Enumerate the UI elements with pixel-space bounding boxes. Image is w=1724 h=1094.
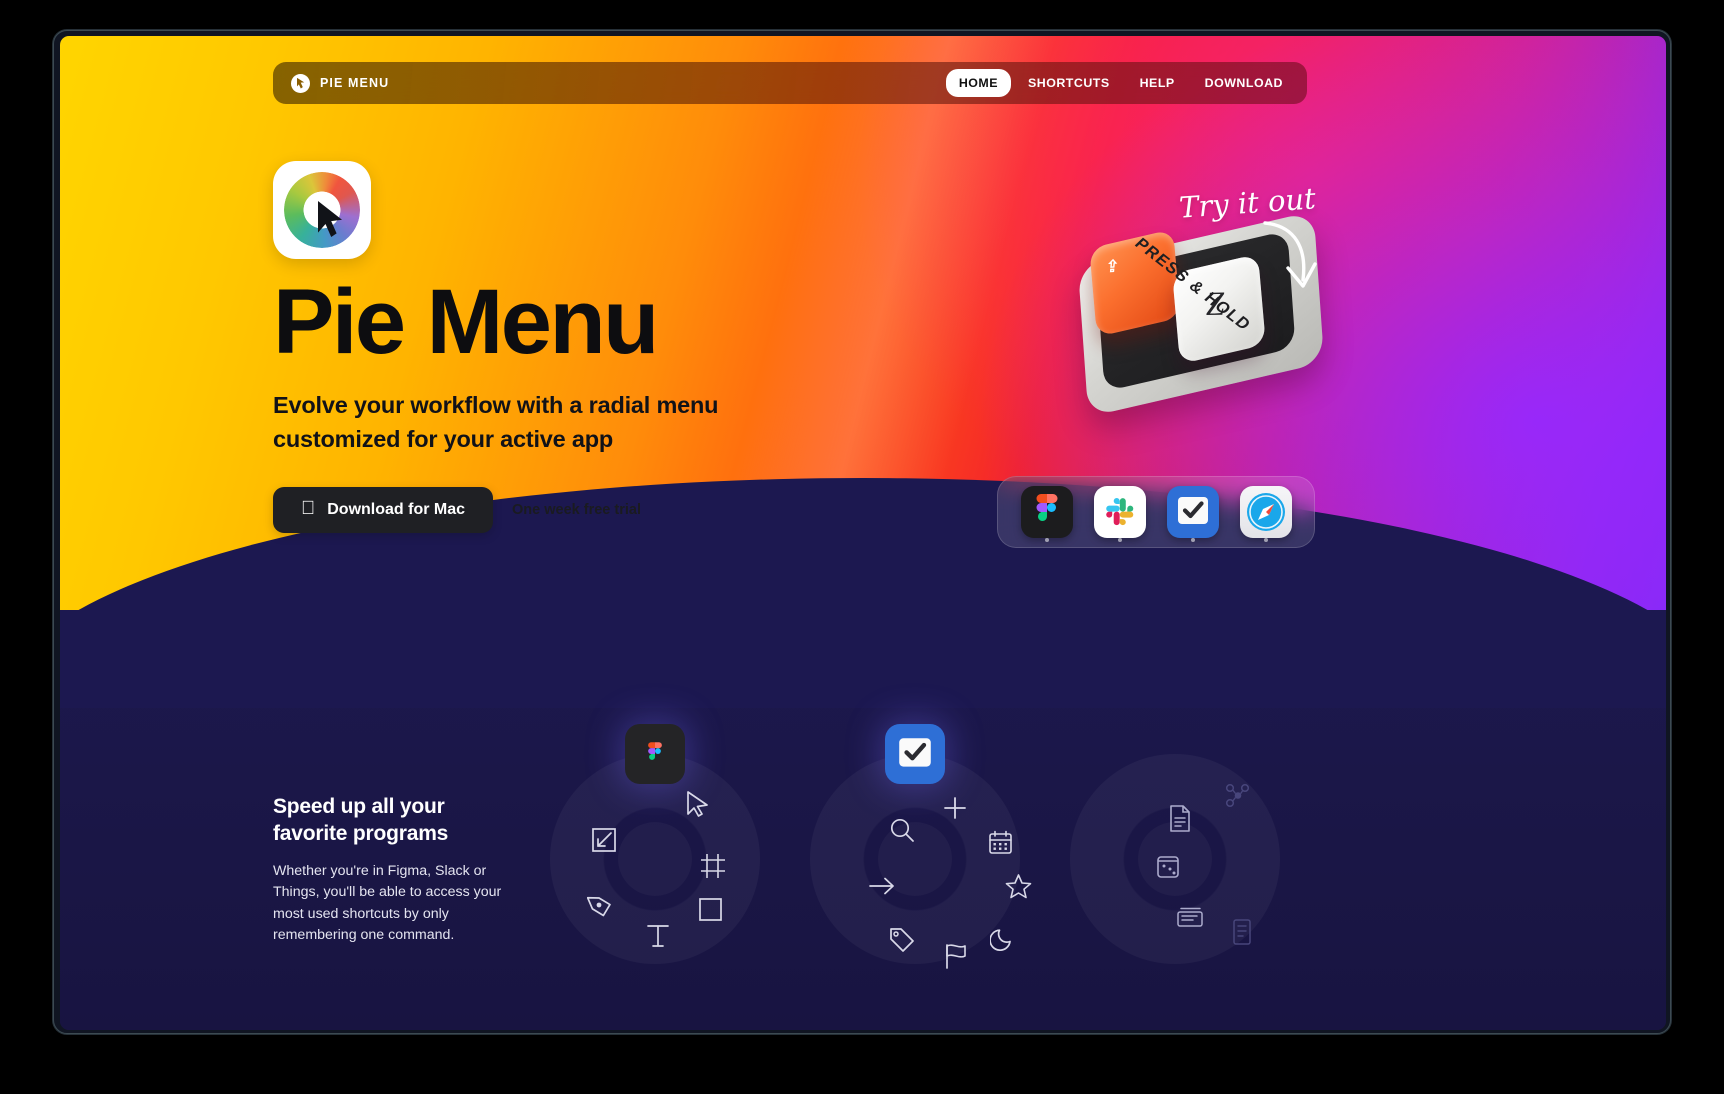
safari-compass-icon (1246, 493, 1285, 531)
scale-icon (592, 828, 616, 852)
pie-item-dice-icon[interactable] (1151, 849, 1185, 883)
tag-icon (890, 928, 914, 952)
star-icon (1005, 873, 1031, 898)
pie-item-pen-tool-icon[interactable] (583, 889, 617, 923)
pie-item-document-icon[interactable] (1163, 801, 1197, 835)
pie-app-badge-figma (625, 724, 685, 784)
pen-tool-icon (587, 896, 611, 917)
things-checkmark-icon (899, 738, 931, 767)
figma-icon (648, 742, 662, 760)
slack-icon (1105, 498, 1133, 526)
pie-item-star-icon[interactable] (1001, 869, 1035, 903)
nav-item-download[interactable]: DOWNLOAD (1192, 69, 1296, 97)
document-icon (1170, 804, 1190, 832)
pie-item-calendar-icon[interactable] (983, 825, 1017, 859)
search-icon (890, 818, 914, 842)
shift-glyph-icon: ⇪ (1105, 258, 1120, 277)
app-dock (997, 476, 1315, 548)
app-icon (273, 161, 371, 259)
pie-item-page-icon[interactable] (1225, 915, 1259, 949)
pie-hub (618, 822, 692, 896)
page-title: Pie Menu (273, 271, 659, 373)
flag-icon (946, 944, 966, 969)
cursor-circle-logo-icon (291, 73, 310, 93)
pie-item-scale-icon[interactable] (587, 823, 621, 857)
pie-item-moon-icon[interactable] (985, 921, 1019, 955)
page-icon (1233, 919, 1251, 945)
pie-item-rectangle-icon[interactable] (693, 892, 727, 926)
figma-icon (1036, 494, 1057, 522)
things-checkmark-icon (1177, 497, 1208, 524)
text-tool-icon (647, 925, 669, 947)
pie-item-arrow-right-icon[interactable] (865, 869, 899, 903)
page-viewport: PIE MENU HOME SHORTCUTS HELP DOWNLOAD Pi… (60, 36, 1666, 1030)
dock-dot (1263, 538, 1268, 542)
dock-item-figma[interactable] (1020, 486, 1073, 538)
pie-menu-figma (550, 724, 760, 964)
download-for-mac-button[interactable]:  Download for Mac (273, 486, 494, 533)
card-stack-icon (1176, 907, 1203, 927)
pie-item-tag-icon[interactable] (885, 923, 919, 957)
hero-subtitle: Evolve your workflow with a radial menu … (273, 389, 833, 456)
pie-item-plus-icon[interactable] (938, 791, 972, 825)
pie-item-node-graph-icon[interactable] (1221, 779, 1255, 813)
nav-item-home[interactable]: HOME (945, 69, 1011, 97)
feature-title-line-2: favorite programs (273, 821, 449, 845)
feature-title-line-1: Speed up all your (273, 795, 445, 818)
dock-dot (1190, 538, 1195, 542)
feature-title: Speed up all your favorite programs (273, 794, 513, 848)
pie-app-badge-things (885, 724, 945, 784)
pie-item-text-tool-icon[interactable] (641, 919, 675, 953)
dock-running-indicators (998, 538, 1314, 542)
pie-item-flag-icon[interactable] (939, 939, 973, 973)
calendar-icon (988, 830, 1012, 854)
free-trial-note: One week free trial (497, 501, 641, 518)
moon-icon (989, 928, 1011, 951)
pie-item-frame-icon[interactable] (696, 849, 730, 883)
frame-icon (701, 854, 725, 878)
hero-subtitle-line-2: customized for your active app (273, 425, 614, 452)
pie-item-card-stack-icon[interactable] (1173, 900, 1207, 934)
pie-item-cursor-arrow-icon[interactable] (681, 787, 715, 821)
arrow-right-icon (869, 877, 894, 895)
feature-body: Whether you're in Figma, Slack or Things… (273, 862, 502, 944)
dock-item-slack[interactable] (1093, 486, 1146, 538)
cta-row:  Download for Mac One week free trial (273, 486, 893, 533)
dock-dot (1044, 538, 1049, 542)
rectangle-icon (698, 897, 722, 921)
download-button-label: Download for Mac (313, 500, 465, 518)
hero-subtitle-line-1: Evolve your workflow with a radial menu (273, 392, 719, 419)
dock-item-safari[interactable] (1239, 486, 1292, 538)
apple-logo-icon:  (301, 499, 315, 518)
top-navigation-bar: PIE MENU HOME SHORTCUTS HELP DOWNLOAD (273, 62, 1307, 104)
nav-item-help[interactable]: HELP (1127, 69, 1188, 97)
curved-arrow-icon (1263, 221, 1317, 288)
dock-dot (1117, 538, 1122, 542)
feature-text-block: Speed up all your favorite programs Whet… (273, 794, 513, 947)
nav-item-shortcuts[interactable]: SHORTCUTS (1015, 69, 1123, 97)
brand-name: PIE MENU (320, 76, 390, 90)
hero-content: Pie Menu Evolve your workflow with a rad… (273, 161, 893, 533)
cursor-arrow-icon (687, 791, 708, 817)
plus-icon (944, 797, 966, 819)
nav-links: HOME SHORTCUTS HELP DOWNLOAD (945, 69, 1296, 97)
pie-item-search-icon[interactable] (885, 813, 919, 847)
pie-menu-things (810, 724, 1031, 969)
dice-icon (1157, 856, 1179, 878)
pie-menu-third (1070, 754, 1280, 964)
node-graph-icon (1225, 783, 1250, 808)
app-window: PIE MENU HOME SHORTCUTS HELP DOWNLOAD Pi… (53, 30, 1671, 1034)
dock-item-things[interactable] (1166, 486, 1219, 538)
brand-logo-group[interactable]: PIE MENU (291, 73, 390, 93)
